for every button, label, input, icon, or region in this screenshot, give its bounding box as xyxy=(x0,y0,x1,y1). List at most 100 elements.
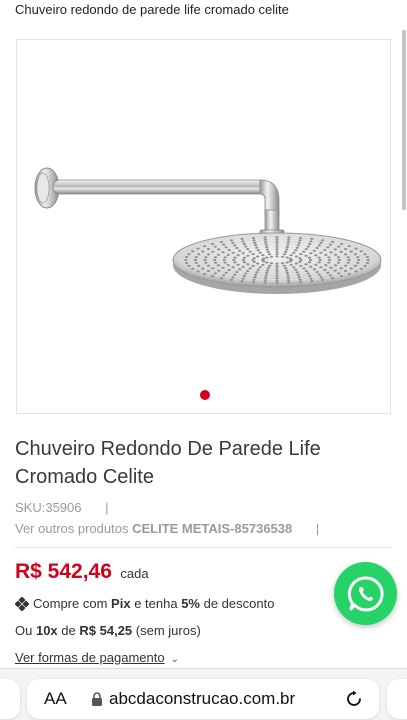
nozzle-dot xyxy=(203,245,207,248)
nozzle-dot xyxy=(264,274,268,277)
nozzle-dot xyxy=(307,261,312,264)
nozzle-dot xyxy=(261,263,265,266)
nozzle-dot xyxy=(330,240,335,243)
nozzle-dot xyxy=(324,264,328,267)
nozzle-dot xyxy=(197,253,201,256)
whatsapp-button[interactable] xyxy=(334,562,397,625)
nozzle-dot xyxy=(312,268,316,271)
nozzle-dot xyxy=(213,256,218,259)
nozzle-dot xyxy=(299,253,303,256)
nozzle-dot xyxy=(314,254,318,257)
nozzle-dot xyxy=(263,281,267,284)
nozzle-dot xyxy=(265,261,269,264)
nozzle-dot xyxy=(231,266,235,269)
nozzle-dot xyxy=(213,272,217,275)
nozzle-dot xyxy=(304,254,308,257)
nozzle-dot xyxy=(295,271,299,274)
nozzle-dot xyxy=(275,265,279,267)
nozzle-dot xyxy=(211,250,215,253)
nozzle-dot xyxy=(312,249,316,252)
nozzle-dot xyxy=(324,253,328,256)
nozzle-dot xyxy=(251,264,255,267)
nozzle-dot xyxy=(203,259,207,261)
nozzle-dot xyxy=(308,275,312,277)
nozzle-dot xyxy=(275,253,279,255)
pix-discount-row: Compre com Pix e tenha 5% de desconto xyxy=(15,596,274,611)
nozzle-dot xyxy=(321,278,325,281)
nozzle-dot xyxy=(213,259,217,261)
nozzle-dot xyxy=(339,250,343,253)
nozzle-dot xyxy=(266,267,270,270)
nozzle-dot xyxy=(201,267,205,270)
nozzle-dot xyxy=(287,238,291,241)
nozzle-dot xyxy=(222,274,226,277)
nozzle-dot xyxy=(238,249,242,252)
url-text[interactable]: abcdaconstrucao.com.br xyxy=(109,689,295,709)
pix-prefix: Compre com xyxy=(33,596,108,611)
nozzle-dot xyxy=(213,245,217,248)
nozzle-dot xyxy=(275,245,279,248)
reload-icon[interactable] xyxy=(345,690,363,708)
nozzle-dot xyxy=(336,256,341,259)
nozzle-dot xyxy=(240,237,244,240)
nozzle-dot xyxy=(233,261,237,264)
product-image-gallery[interactable] xyxy=(16,39,391,414)
nozzle-dot xyxy=(246,263,250,266)
separator: | xyxy=(105,500,109,515)
nozzle-dot xyxy=(275,269,279,272)
nozzle-dot xyxy=(288,260,292,263)
nozzle-dot xyxy=(266,250,270,253)
payment-link-label[interactable]: Ver formas de pagamento xyxy=(15,650,165,665)
nozzle-dot xyxy=(251,237,255,239)
nozzle-dot xyxy=(356,261,360,264)
nozzle-dot xyxy=(347,259,351,261)
nozzle-dot xyxy=(289,263,293,266)
installment-prefix: Ou xyxy=(15,623,33,638)
nozzle-dot xyxy=(329,266,333,269)
payment-methods-link[interactable]: Ver formas de pagamento ⌄ xyxy=(15,650,179,665)
next-tab-edge[interactable] xyxy=(387,679,407,719)
nozzle-dot xyxy=(328,243,332,246)
nozzle-dot xyxy=(297,241,301,244)
nozzle-dot xyxy=(294,249,298,252)
nozzle-dot xyxy=(319,266,323,269)
nozzle-dot xyxy=(292,251,296,254)
nozzle-dot xyxy=(262,257,266,260)
nozzle-dot xyxy=(287,279,291,282)
see-more-products[interactable]: Ver outros produtos CELITE METAIS-857365… xyxy=(15,521,319,536)
nozzle-dot xyxy=(365,262,369,264)
address-bar[interactable]: AA abcdaconstrucao.com.br xyxy=(27,679,379,719)
carousel-dot-active[interactable] xyxy=(200,390,210,400)
pix-middle: e tenha xyxy=(134,596,178,611)
installment-value: R$ 54,25 xyxy=(79,623,133,638)
nozzle-dot xyxy=(216,264,220,267)
brand-link[interactable]: CELITE METAIS-85736538 xyxy=(132,521,292,536)
nozzle-dot xyxy=(359,267,363,270)
nozzle-dot xyxy=(191,250,195,253)
nozzle-dot xyxy=(327,261,331,264)
previous-tab-edge[interactable] xyxy=(0,679,20,719)
nozzle-dot xyxy=(185,256,189,258)
nozzle-dot xyxy=(295,246,299,249)
nozzle-dot xyxy=(294,262,298,265)
nozzle-dot xyxy=(265,256,269,259)
nozzle-dot xyxy=(296,244,300,247)
nozzle-dot xyxy=(349,267,353,270)
nozzle-dot xyxy=(219,277,224,280)
nozzle-dot xyxy=(298,260,302,263)
nozzle-dot xyxy=(236,254,240,257)
text-size-button[interactable]: AA xyxy=(44,689,67,709)
nozzle-dot xyxy=(309,259,313,261)
nozzle-dot xyxy=(275,241,279,243)
lock-icon xyxy=(92,692,102,706)
nozzle-dot xyxy=(210,275,215,278)
nozzle-dot xyxy=(255,271,259,274)
nozzle-dot xyxy=(265,269,269,272)
nozzle-dot xyxy=(343,253,348,256)
nozzle-dot xyxy=(221,266,225,269)
nozzle-dot xyxy=(306,245,310,248)
nozzle-dot xyxy=(227,269,231,271)
chevron-down-icon[interactable]: ⌄ xyxy=(171,654,179,665)
breadcrumb[interactable]: Chuveiro redondo de parede life cromado … xyxy=(15,0,407,20)
nozzle-dot xyxy=(339,242,344,245)
